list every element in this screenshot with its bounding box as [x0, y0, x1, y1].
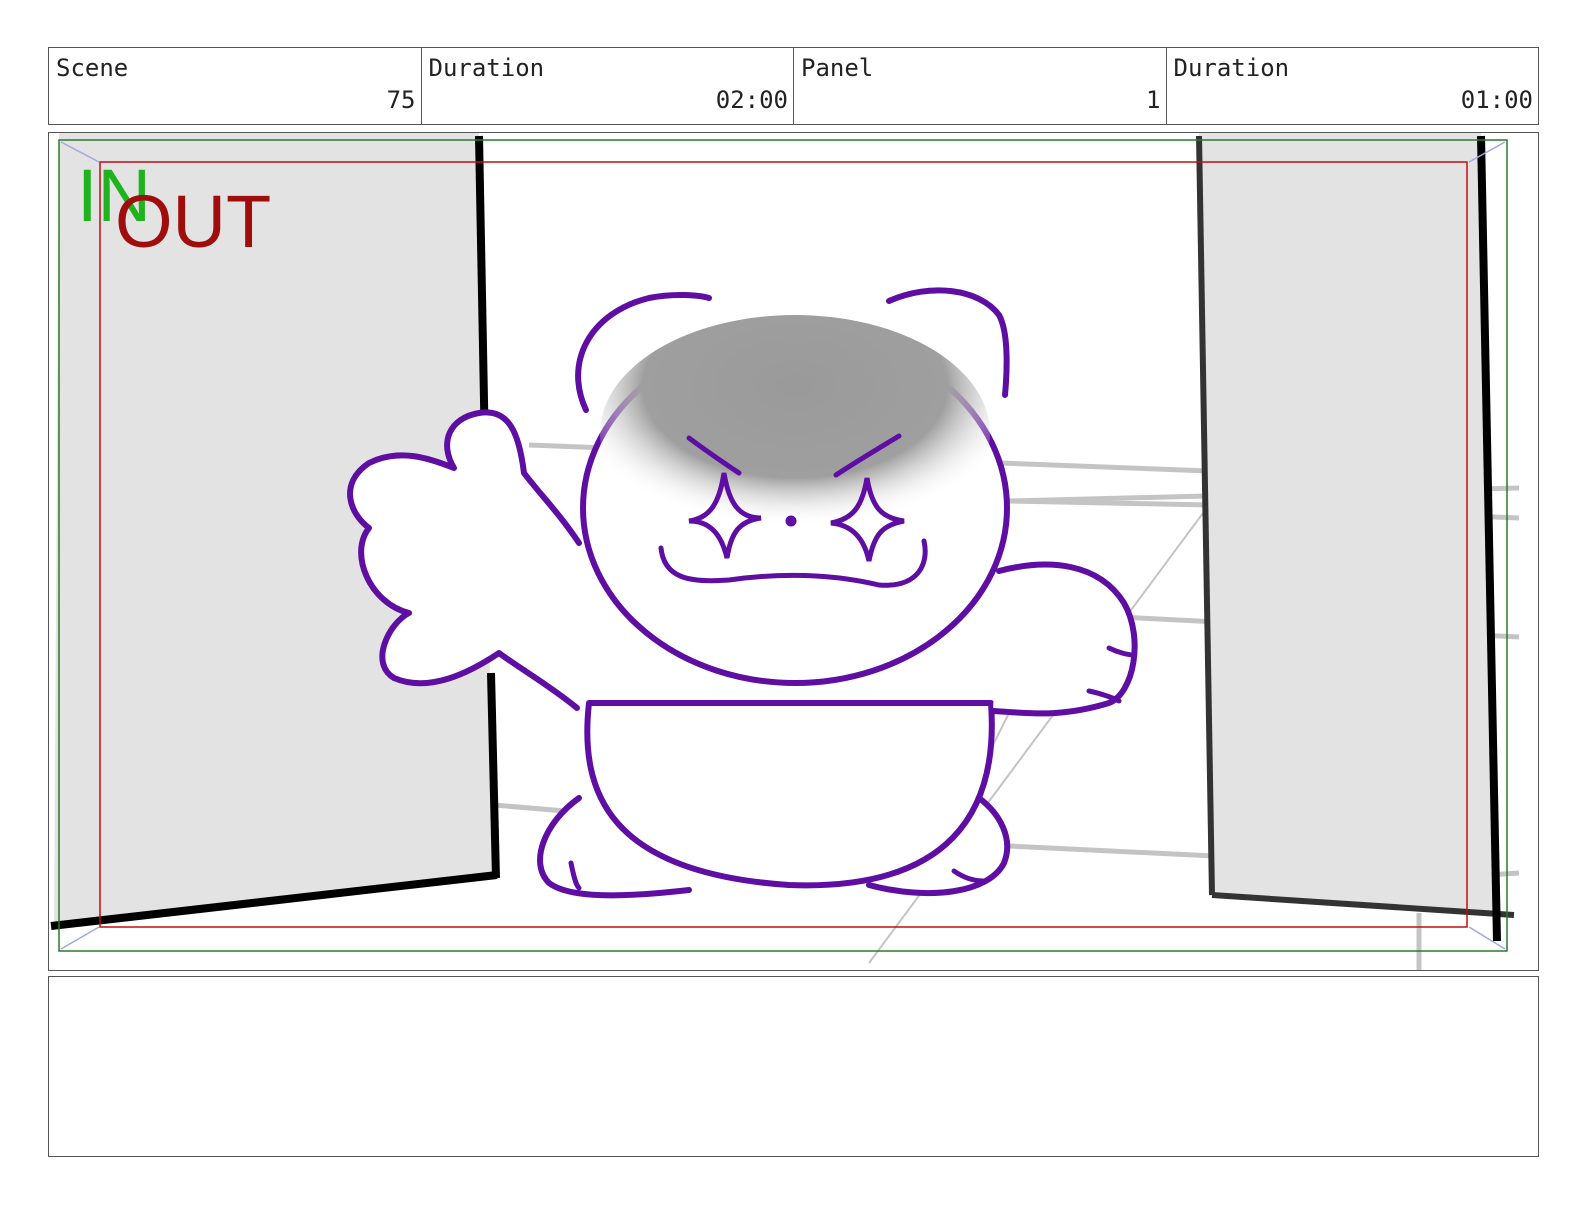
panel-duration-label: Duration [1173, 54, 1290, 82]
out-marker: OUT [115, 180, 272, 263]
nose [785, 515, 797, 527]
right-arm [990, 561, 1138, 717]
panel-cell: Panel 1 [794, 48, 1167, 124]
panel-duration-value[interactable]: 01:00 [1461, 86, 1533, 114]
left-arm [347, 409, 582, 711]
panel-duration-cell: Duration 01:00 [1167, 48, 1539, 124]
panel-notes-area[interactable] [48, 976, 1539, 1157]
storyboard-drawing [50, 133, 1520, 970]
scene-duration-label: Duration [428, 54, 545, 82]
scene-cell: Scene 75 [49, 48, 422, 124]
scene-label: Scene [56, 54, 129, 82]
scene-duration-cell: Duration 02:00 [422, 48, 794, 124]
scene-number[interactable]: 75 [387, 86, 416, 114]
scene-duration-value[interactable]: 02:00 [716, 86, 788, 114]
panel-label: Panel [801, 54, 874, 82]
storyboard-panel-frame[interactable]: IN OUT [48, 132, 1539, 971]
right-door [1199, 133, 1497, 913]
panel-header: Scene 75 Duration 02:00 Panel 1 Duration… [48, 47, 1539, 125]
head-shading [600, 315, 990, 551]
panel-number[interactable]: 1 [1146, 86, 1160, 114]
